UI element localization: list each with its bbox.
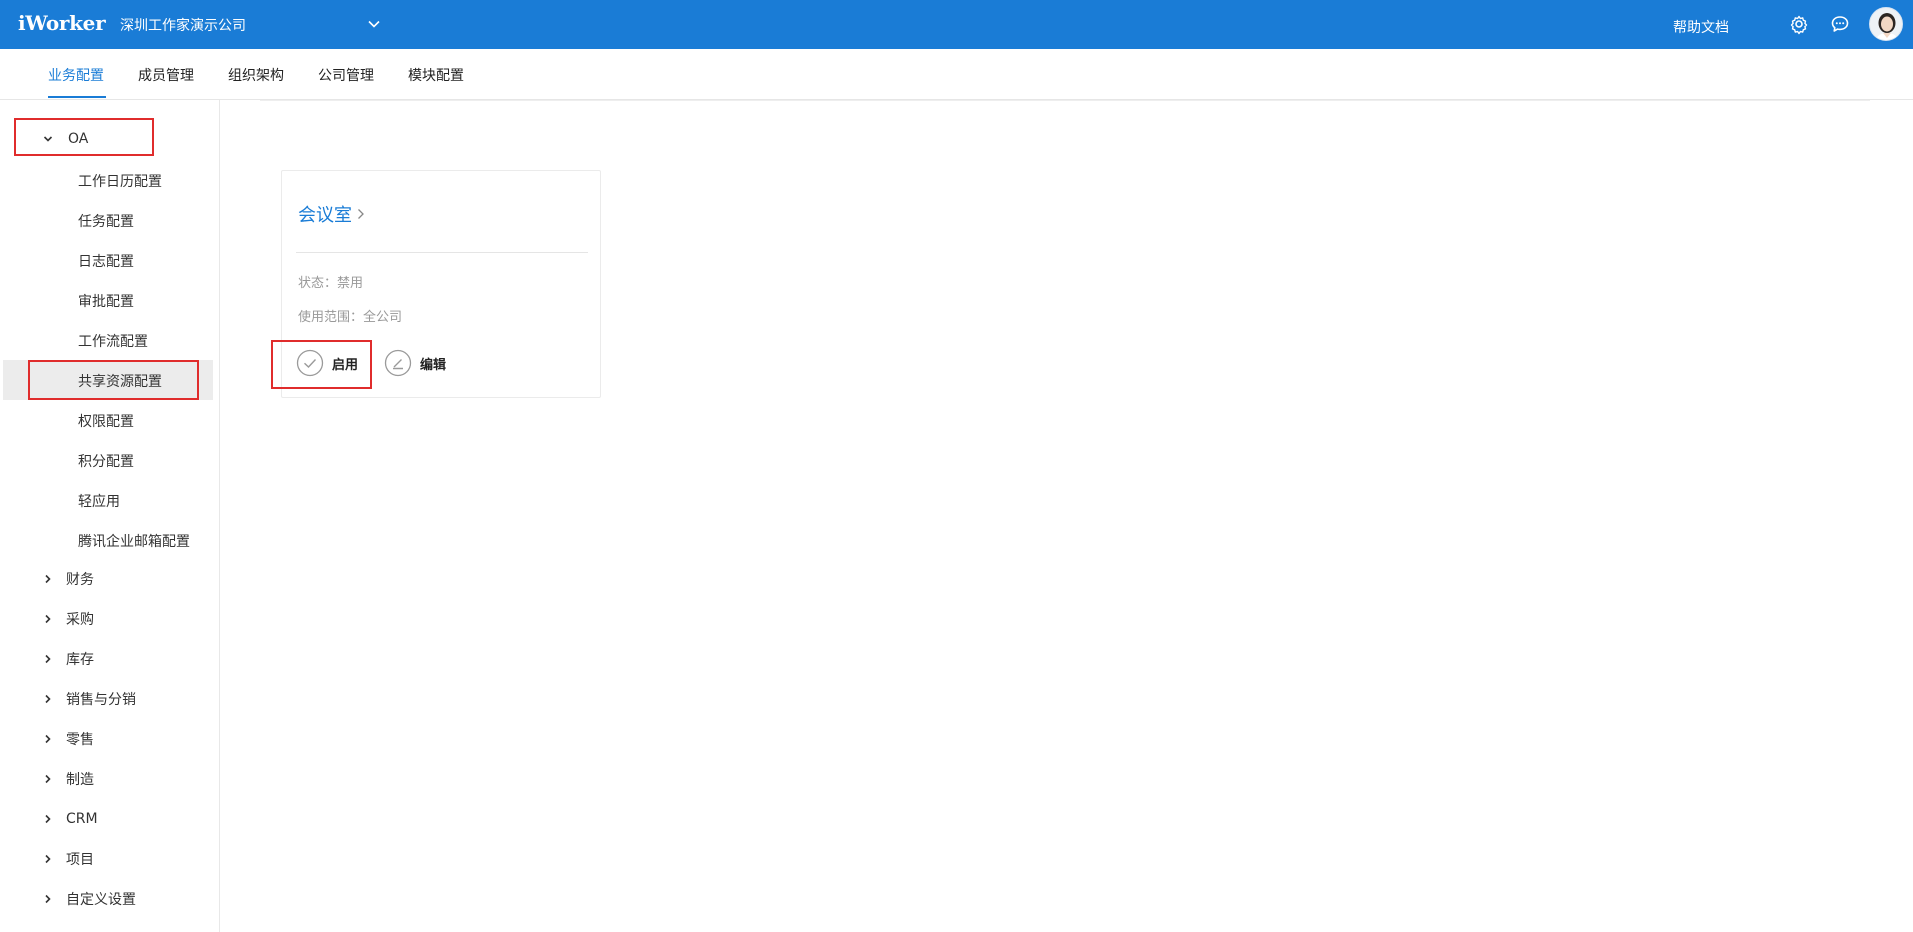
sidebar-item-tencent-mail[interactable]: 腾讯企业邮箱配置	[78, 531, 190, 551]
chevron-down-icon	[43, 136, 53, 142]
tab-module-config[interactable]: 模块配置	[408, 65, 464, 85]
top-bar: iWorker 深圳工作家演示公司 帮助文档	[0, 0, 1913, 49]
sidebar-group-project[interactable]: 项目	[42, 849, 94, 869]
sidebar-group-inventory[interactable]: 库存	[42, 649, 94, 669]
sidebar-group-label: 库存	[66, 652, 94, 668]
sidebar-group-label: 采购	[66, 612, 94, 628]
sidebar-item-permissions[interactable]: 权限配置	[78, 411, 134, 431]
chevron-right-icon	[45, 694, 51, 704]
chevron-down-icon[interactable]	[366, 16, 382, 32]
sidebar-group-retail[interactable]: 零售	[42, 729, 94, 749]
tab-org-structure[interactable]: 组织架构	[228, 65, 284, 85]
sidebar-group-label: 项目	[66, 852, 94, 868]
sidebar-group-sales[interactable]: 销售与分销	[42, 689, 136, 709]
avatar[interactable]	[1869, 7, 1903, 41]
chevron-right-icon	[45, 734, 51, 744]
chevron-right-icon	[45, 574, 51, 584]
edit-button[interactable]: 编辑	[384, 349, 446, 377]
gear-icon[interactable]	[1788, 13, 1810, 35]
sidebar-item-points[interactable]: 积分配置	[78, 451, 134, 471]
sidebar-item-light-apps[interactable]: 轻应用	[78, 491, 120, 511]
sidebar-group-label: 制造	[66, 772, 94, 788]
sidebar-group-label: 自定义设置	[66, 892, 136, 908]
module-tab-bar: 业务配置 成员管理 组织架构 公司管理 模块配置	[0, 49, 1913, 100]
avatar-image	[1870, 8, 1902, 40]
card-status: 状态：禁用	[298, 276, 364, 291]
card-title: 会议室	[298, 205, 352, 226]
sidebar-group-crm[interactable]: CRM	[42, 809, 98, 829]
highlight-box-shared-resources	[28, 360, 199, 400]
sidebar-item-approval[interactable]: 审批配置	[78, 291, 134, 311]
sidebar-group-label: CRM	[66, 811, 98, 827]
tab-company-management[interactable]: 公司管理	[318, 65, 374, 85]
chevron-right-icon	[45, 654, 51, 664]
highlight-box-enable	[271, 340, 372, 389]
active-tab-indicator	[48, 96, 106, 98]
sidebar-item-work-calendar[interactable]: 工作日历配置	[78, 171, 162, 191]
sidebar-group-label: 零售	[66, 732, 94, 748]
content-divider	[260, 100, 1870, 101]
chevron-right-icon	[45, 894, 51, 904]
chevron-right-icon	[45, 814, 51, 824]
sidebar-group-finance[interactable]: 财务	[42, 569, 94, 589]
sidebar: OA 工作日历配置 任务配置 日志配置 审批配置 工作流配置 共享资源配置 权限…	[0, 100, 220, 932]
sidebar-group-label: 销售与分销	[66, 692, 136, 708]
tab-business-config[interactable]: 业务配置	[48, 65, 104, 85]
chevron-right-icon	[45, 774, 51, 784]
card-title-link[interactable]: 会议室	[298, 201, 367, 227]
card-scope: 使用范围：全公司	[298, 310, 403, 325]
chevron-right-icon	[45, 614, 51, 624]
chevron-right-icon	[358, 209, 364, 219]
help-docs-link[interactable]: 帮助文档	[1673, 17, 1729, 37]
sidebar-group-label: OA	[68, 131, 89, 147]
app-logo[interactable]: iWorker	[18, 11, 106, 35]
sidebar-group-procurement[interactable]: 采购	[42, 609, 94, 629]
sidebar-item-task[interactable]: 任务配置	[78, 211, 134, 231]
sidebar-group-label: 财务	[66, 572, 94, 588]
edit-icon	[384, 349, 412, 377]
edit-label: 编辑	[420, 357, 447, 373]
sidebar-item-workflow[interactable]: 工作流配置	[78, 331, 148, 351]
chat-icon[interactable]	[1829, 13, 1851, 35]
sidebar-group-oa[interactable]: OA	[42, 129, 88, 149]
sidebar-group-manufacturing[interactable]: 制造	[42, 769, 94, 789]
chevron-right-icon	[45, 854, 51, 864]
company-name[interactable]: 深圳工作家演示公司	[120, 15, 246, 35]
sidebar-item-log[interactable]: 日志配置	[78, 251, 134, 271]
card-divider	[296, 252, 588, 253]
tab-member-management[interactable]: 成员管理	[138, 65, 194, 85]
sidebar-group-custom-settings[interactable]: 自定义设置	[42, 889, 136, 909]
